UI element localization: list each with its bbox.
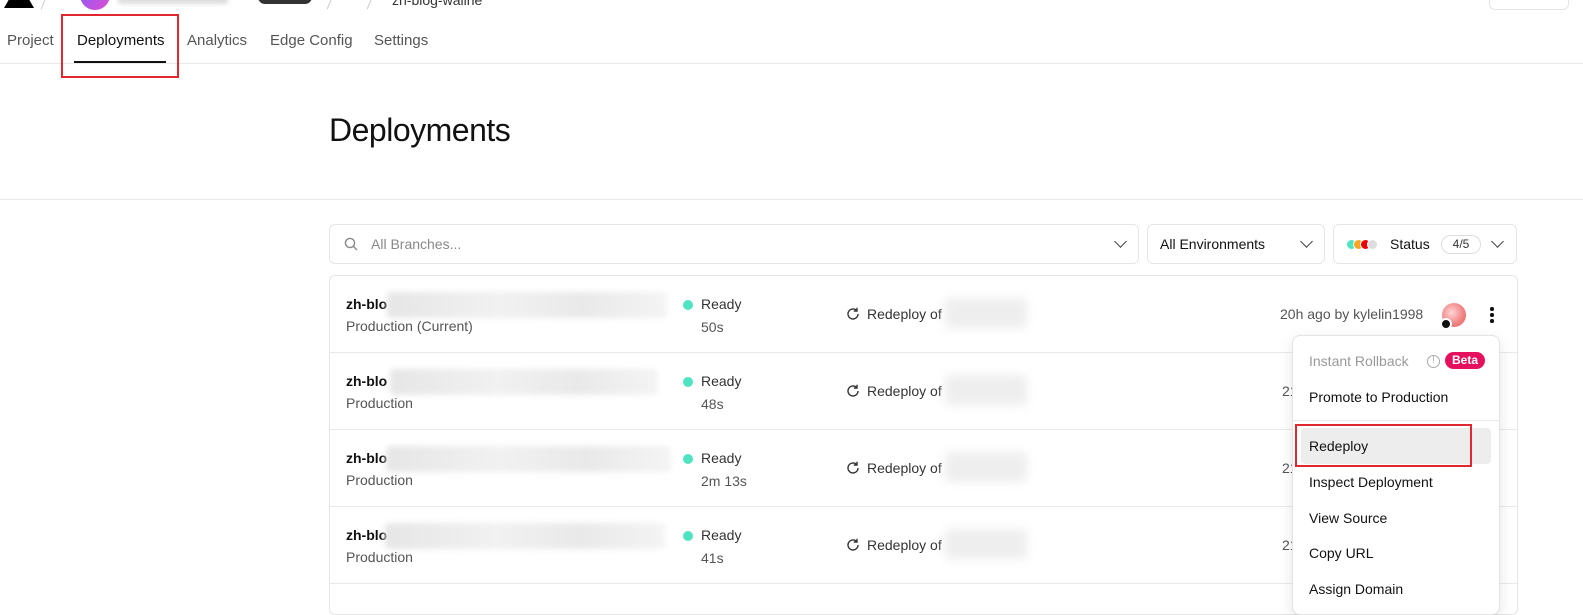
menu-item-instant-rollback: Instant Rollback Beta <box>1293 343 1499 379</box>
project-tabs: Project Deployments Analytics Edge Confi… <box>0 26 1583 64</box>
redacted-url <box>385 523 665 549</box>
redacted-source <box>945 529 1027 559</box>
deployment-name[interactable]: zh-blo <box>346 527 387 543</box>
status-dot-icon <box>683 300 693 310</box>
redeploy-of-label: Redeploy of <box>867 306 942 322</box>
redeploy-of-label: Redeploy of <box>867 460 942 476</box>
redacted-source <box>945 452 1027 482</box>
breadcrumb-separator <box>326 0 335 10</box>
breadcrumb-separator <box>366 0 375 10</box>
chevron-down-icon <box>1491 235 1504 248</box>
branch-search-input[interactable]: All Branches... <box>329 224 1139 264</box>
menu-item-view-source[interactable]: View Source <box>1293 500 1499 536</box>
menu-divider <box>1293 420 1499 421</box>
info-icon[interactable] <box>1427 355 1440 368</box>
redeploy-of-label: Redeploy of <box>867 537 942 553</box>
header-action-button[interactable] <box>1489 0 1569 10</box>
deployment-environment: Production (Current) <box>346 318 473 334</box>
redacted-source <box>945 298 1027 328</box>
redacted-url <box>387 292 667 318</box>
deployment-duration: 2m 13s <box>701 473 747 489</box>
breadcrumb-separator <box>40 0 49 10</box>
deployment-duration: 50s <box>701 319 724 335</box>
team-avatar[interactable] <box>80 0 110 10</box>
tab-project[interactable]: Project <box>7 32 54 49</box>
status-dot-icon <box>683 531 693 541</box>
tab-settings[interactable]: Settings <box>374 32 428 49</box>
redeploy-icon <box>847 461 859 474</box>
menu-item-inspect-deployment[interactable]: Inspect Deployment <box>1293 464 1499 500</box>
chevron-down-icon <box>1114 235 1127 248</box>
status-dot-icon <box>683 454 693 464</box>
deployment-environment: Production <box>346 549 413 565</box>
top-header: zh-blog-waline <box>0 0 1583 10</box>
deployment-duration: 48s <box>701 396 724 412</box>
menu-item-promote-to-production[interactable]: Promote to Production <box>1293 379 1499 415</box>
deployment-time-author: 20h ago by kylelin1998 <box>1280 306 1424 322</box>
deployment-name[interactable]: zh-blo <box>346 373 387 389</box>
deployment-environment: Production <box>346 395 413 411</box>
annotation-box-deployments-tab <box>61 14 179 78</box>
search-placeholder: All Branches... <box>371 236 462 252</box>
tab-analytics[interactable]: Analytics <box>187 32 247 49</box>
more-options-icon[interactable] <box>1485 304 1499 326</box>
status-filter-select[interactable]: Status 4/5 <box>1333 224 1517 264</box>
menu-item-copy-url[interactable]: Copy URL <box>1293 535 1499 571</box>
vercel-logo-icon[interactable] <box>4 0 34 8</box>
chevron-down-icon <box>1300 235 1313 248</box>
project-breadcrumb[interactable]: zh-blog-waline <box>392 0 482 8</box>
status-dot-icon <box>683 377 693 387</box>
divider <box>0 199 1583 200</box>
status-count-badge: 4/5 <box>1441 235 1481 254</box>
redeploy-icon <box>847 384 859 397</box>
github-icon <box>1440 318 1452 330</box>
team-name[interactable] <box>118 0 228 4</box>
annotation-box-redeploy <box>1295 424 1472 467</box>
redeploy-of-label: Redeploy of <box>867 383 942 399</box>
deployment-status: Ready <box>701 296 742 312</box>
redacted-url <box>386 446 671 472</box>
deployment-environment: Production <box>346 472 413 488</box>
status-colors-icon <box>1346 239 1382 251</box>
plan-badge <box>258 0 312 4</box>
search-icon <box>344 237 358 251</box>
redeploy-icon <box>847 538 859 551</box>
redeploy-icon <box>847 307 859 320</box>
deployment-status: Ready <box>701 450 742 466</box>
environment-select[interactable]: All Environments <box>1147 224 1325 264</box>
deployment-status: Ready <box>701 373 742 389</box>
deployment-name[interactable]: zh-blo <box>346 296 387 312</box>
beta-badge: Beta <box>1445 352 1486 369</box>
redacted-source <box>945 375 1027 405</box>
page-title: Deployments <box>329 112 511 148</box>
tab-edge-config[interactable]: Edge Config <box>270 32 353 49</box>
status-label: Status <box>1390 236 1430 252</box>
redacted-url <box>390 369 658 395</box>
deployment-duration: 41s <box>701 550 724 566</box>
deployment-actions-menu: Instant Rollback Beta Promote to Product… <box>1292 335 1500 615</box>
deployment-name[interactable]: zh-blo <box>346 450 387 466</box>
deployment-status: Ready <box>701 527 742 543</box>
environment-value: All Environments <box>1160 236 1266 252</box>
